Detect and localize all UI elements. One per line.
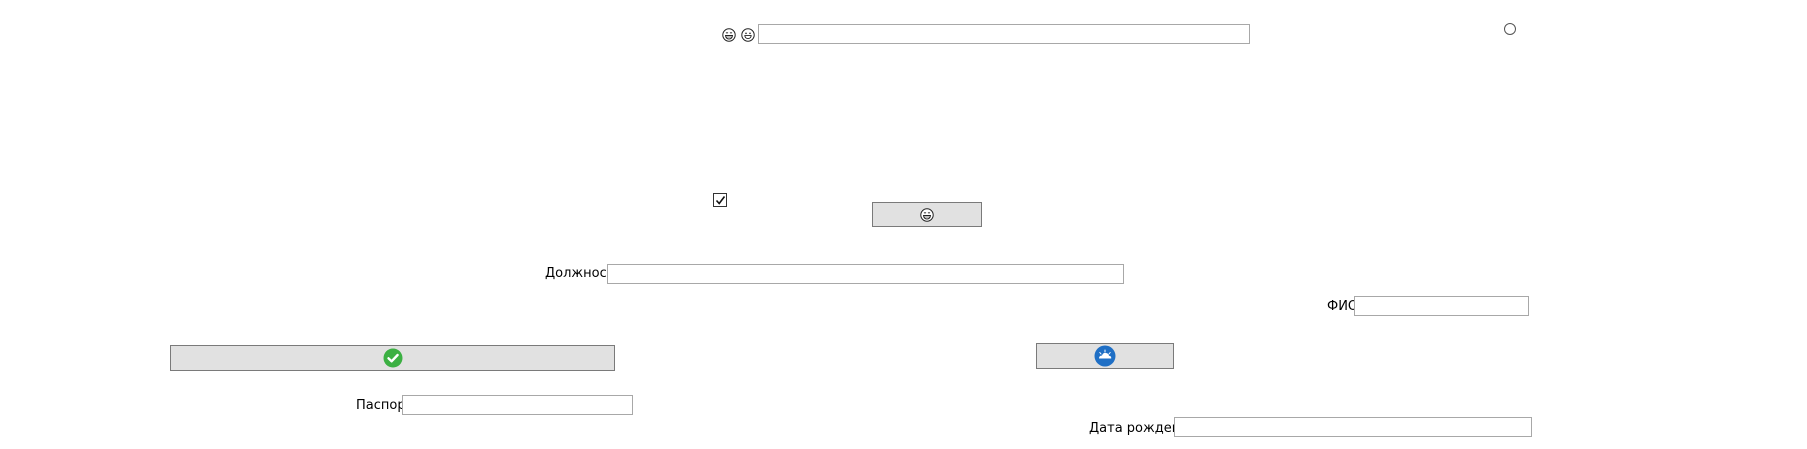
top-text-input[interactable] xyxy=(758,24,1250,44)
confirm-button[interactable] xyxy=(170,345,615,371)
passport-input[interactable] xyxy=(402,395,633,415)
grinning-face-icon xyxy=(920,207,934,222)
checkmark-icon xyxy=(715,195,725,205)
checkbox[interactable] xyxy=(713,193,727,207)
radio-button[interactable] xyxy=(1504,23,1516,35)
birth-date-input[interactable] xyxy=(1174,417,1532,437)
blue-cloud-icon xyxy=(1094,345,1116,367)
fio-input[interactable] xyxy=(1354,296,1529,316)
green-check-icon xyxy=(383,348,402,368)
smiling-face-icon xyxy=(741,28,755,46)
cloud-button[interactable] xyxy=(1036,343,1174,369)
grinning-face-icon xyxy=(722,28,736,46)
emoji-button[interactable] xyxy=(872,202,982,227)
position-input[interactable] xyxy=(607,264,1124,284)
